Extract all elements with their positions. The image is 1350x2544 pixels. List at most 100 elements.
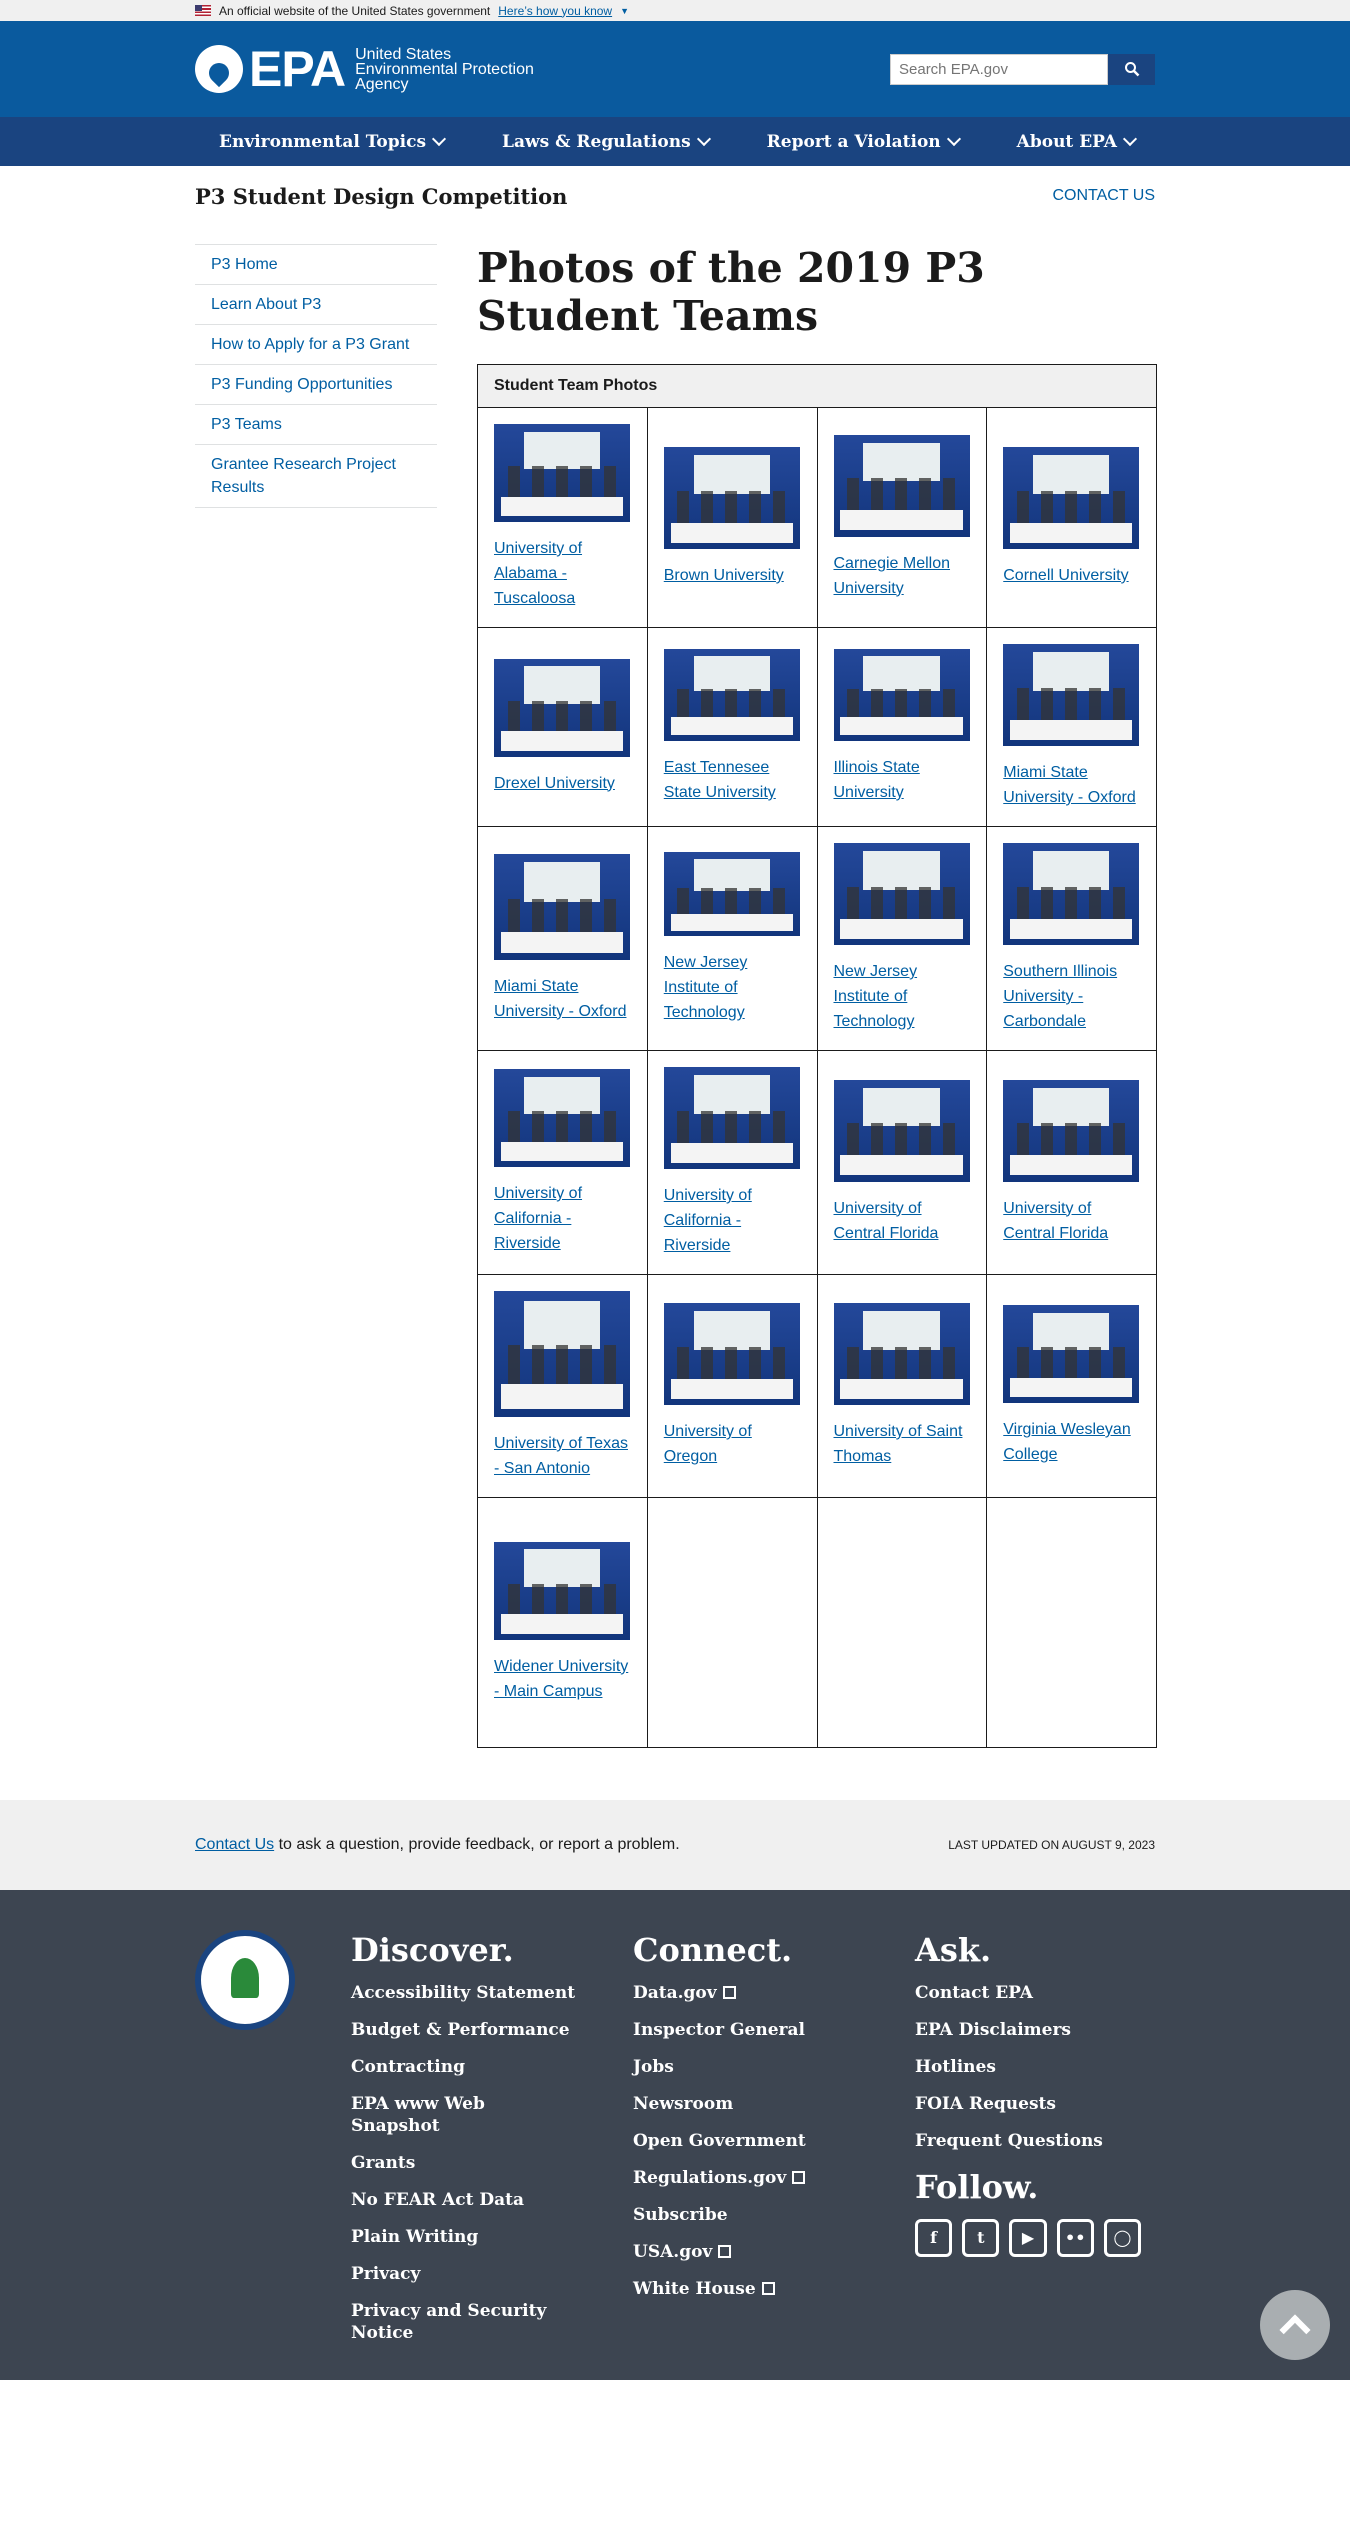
team-photo[interactable]	[494, 853, 630, 960]
footer-link[interactable]: EPA Disclaimers	[915, 2019, 1141, 2041]
footer-link[interactable]: Frequent Questions	[915, 2130, 1141, 2152]
footer-link-label: Subscribe	[633, 2205, 728, 2225]
team-photo[interactable]	[833, 434, 970, 537]
youtube-icon[interactable]: ▶	[1009, 2219, 1047, 2257]
team-photo[interactable]	[1003, 644, 1140, 746]
sidebar-item-p3-teams[interactable]: P3 Teams	[195, 405, 437, 445]
team-photo[interactable]	[663, 1067, 800, 1169]
footer-link[interactable]: Contact EPA	[915, 1982, 1141, 2004]
team-link[interactable]: Southern Illinois University - Carbondal…	[1003, 959, 1140, 1034]
footer-link-label: FOIA Requests	[915, 2094, 1056, 2114]
team-link[interactable]: University of Central Florida	[1003, 1196, 1140, 1246]
flickr-icon[interactable]: ••	[1056, 2219, 1094, 2257]
sidebar-item-p3-home[interactable]: P3 Home	[195, 245, 437, 285]
footer-link[interactable]: White House	[633, 2278, 859, 2300]
epa-seal-logo	[195, 1930, 295, 2030]
team-link[interactable]: University of Alabama - Tuscaloosa	[494, 536, 631, 611]
team-link[interactable]: Cornell University	[1003, 563, 1140, 588]
team-link[interactable]: Drexel University	[494, 771, 631, 796]
team-photo[interactable]	[1003, 447, 1140, 549]
table-cell: University of California - Riverside	[477, 1050, 648, 1275]
team-photo[interactable]	[663, 852, 800, 936]
table-cell: Virginia Wesleyan College	[986, 1274, 1157, 1498]
epa-logo[interactable]: EPA United States Environmental Protecti…	[195, 44, 534, 94]
team-photo[interactable]	[833, 1303, 970, 1405]
footer-link[interactable]: Jobs	[633, 2056, 859, 2078]
team-photo[interactable]	[663, 447, 800, 549]
footer-link[interactable]: Privacy	[351, 2263, 577, 2285]
table-cell: University of Oregon	[646, 1274, 818, 1498]
footer-link[interactable]: Data.gov	[633, 1982, 859, 2004]
search-input[interactable]	[890, 53, 1108, 85]
team-photo[interactable]	[1003, 1079, 1140, 1182]
footer-link[interactable]: Budget & Performance	[351, 2019, 577, 2041]
team-photo[interactable]	[494, 1069, 630, 1167]
footer-link[interactable]: Plain Writing	[351, 2226, 577, 2248]
team-link[interactable]: University of California - Riverside	[664, 1183, 801, 1258]
team-link[interactable]: Illinois State University	[834, 755, 971, 805]
footer-link[interactable]: FOIA Requests	[915, 2093, 1141, 2115]
nav-environmental-topics[interactable]: Environmental Topics	[219, 131, 447, 152]
team-link[interactable]: University of California - Riverside	[494, 1181, 631, 1256]
nav-laws-regulations[interactable]: Laws & Regulations	[502, 132, 711, 152]
twitter-icon[interactable]: t	[962, 2219, 1000, 2257]
back-to-top-button[interactable]	[1260, 2290, 1330, 2360]
team-photo[interactable]	[833, 843, 970, 945]
team-link[interactable]: Virginia Wesleyan College	[1003, 1417, 1140, 1467]
team-photo[interactable]	[833, 649, 970, 741]
sidebar-item-funding-opportunities[interactable]: P3 Funding Opportunities	[195, 365, 437, 405]
team-link[interactable]: University of Texas - San Antonio	[494, 1431, 631, 1481]
team-link[interactable]: East Tennesee State University	[664, 755, 801, 805]
site-title[interactable]: P3 Student Design Competition	[195, 184, 567, 209]
chevron-down-icon	[1122, 131, 1137, 147]
team-photo[interactable]	[494, 1541, 630, 1640]
team-photo[interactable]	[1003, 1305, 1140, 1403]
table-cell: Widener University - Main Campus	[477, 1497, 648, 1748]
instagram-icon[interactable]: ◯	[1103, 2219, 1142, 2257]
footer-link[interactable]: Newsroom	[633, 2093, 859, 2115]
team-photo[interactable]	[1003, 843, 1140, 945]
footer-contact-link[interactable]: Contact Us	[195, 1836, 274, 1853]
footer-link[interactable]: Grants	[351, 2152, 577, 2174]
team-link[interactable]: Widener University - Main Campus	[494, 1654, 631, 1704]
contact-us-link[interactable]: CONTACT US	[1052, 187, 1155, 205]
heres-how-you-know-link[interactable]: Here’s how you know	[498, 4, 612, 18]
team-link[interactable]: Miami State University - Oxford	[1003, 760, 1140, 810]
nav-report-violation[interactable]: Report a Violation	[767, 132, 961, 152]
team-photo[interactable]	[494, 1291, 630, 1417]
team-photo[interactable]	[663, 1303, 800, 1405]
team-link[interactable]: University of Saint Thomas	[834, 1419, 971, 1469]
footer-link[interactable]: EPA www Web Snapshot	[351, 2093, 577, 2137]
team-link[interactable]: Brown University	[664, 563, 801, 588]
team-photo[interactable]	[494, 424, 630, 522]
team-link[interactable]: University of Central Florida	[834, 1196, 971, 1246]
footer-link[interactable]: Privacy and Security Notice	[351, 2300, 577, 2344]
facebook-icon[interactable]: f	[915, 2219, 953, 2257]
team-photo[interactable]	[833, 1079, 970, 1182]
footer-link[interactable]: USA.gov	[633, 2241, 859, 2263]
site-footer: Discover. Accessibility Statement Budget …	[0, 1890, 1350, 2380]
sidebar-item-learn-about-p3[interactable]: Learn About P3	[195, 285, 437, 325]
footer-link[interactable]: Open Government	[633, 2130, 859, 2152]
team-link[interactable]: New Jersey Institute of Technology	[664, 950, 801, 1025]
footer-link-label: Newsroom	[633, 2094, 734, 2114]
footer-link[interactable]: Contracting	[351, 2056, 577, 2078]
footer-link[interactable]: Inspector General	[633, 2019, 859, 2041]
footer-link[interactable]: Accessibility Statement	[351, 1982, 577, 2004]
footer-link[interactable]: Hotlines	[915, 2056, 1141, 2078]
sidebar-item-grantee-results[interactable]: Grantee Research Project Results	[195, 445, 437, 508]
footer-link-label: Privacy and Security Notice	[351, 2301, 547, 2343]
team-link[interactable]: University of Oregon	[664, 1419, 801, 1469]
footer-link[interactable]: No FEAR Act Data	[351, 2189, 577, 2211]
team-photo[interactable]	[494, 658, 630, 757]
nav-label: Environmental Topics	[219, 131, 427, 152]
search-button[interactable]	[1108, 53, 1155, 85]
team-photo[interactable]	[663, 649, 800, 741]
nav-about-epa[interactable]: About EPA	[1017, 131, 1137, 152]
footer-link[interactable]: Subscribe	[633, 2204, 859, 2226]
footer-link[interactable]: Regulations.gov	[633, 2167, 859, 2189]
team-link[interactable]: Miami State University - Oxford	[494, 974, 631, 1024]
sidebar-item-how-to-apply[interactable]: How to Apply for a P3 Grant	[195, 325, 437, 365]
team-link[interactable]: New Jersey Institute of Technology	[834, 959, 971, 1034]
team-link[interactable]: Carnegie Mellon University	[834, 551, 971, 601]
